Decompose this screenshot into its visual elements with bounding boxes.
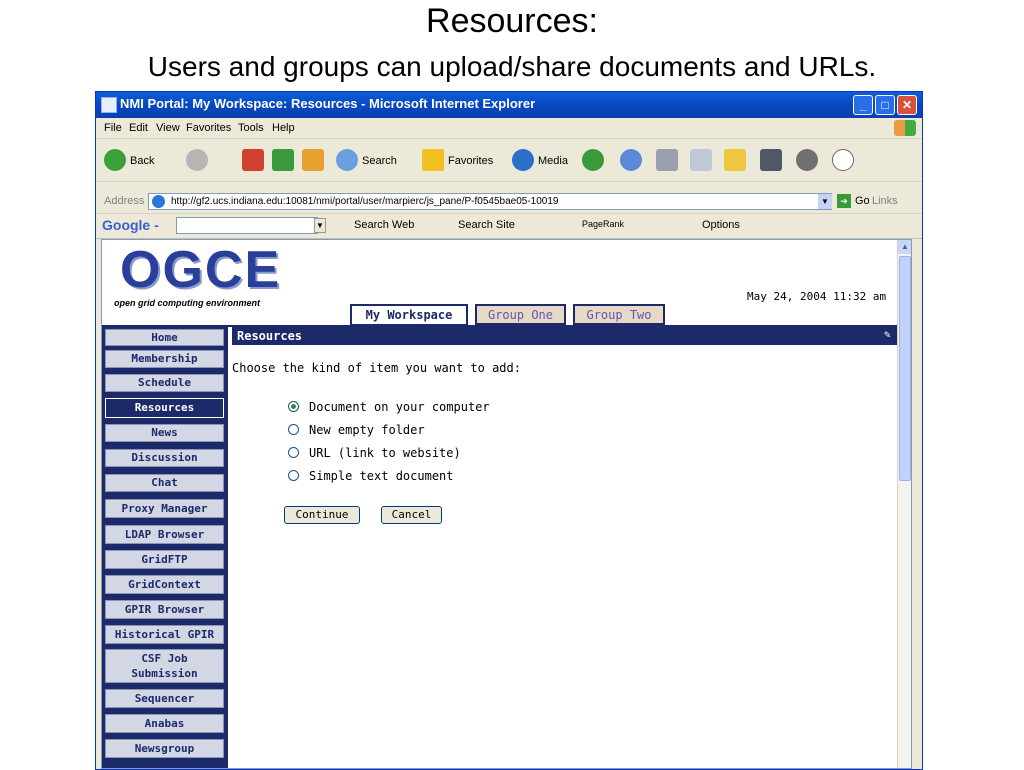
ogce-logo: OGCE	[120, 241, 282, 299]
ogce-tagline: open grid computing environment	[114, 298, 260, 308]
forward-arrow-icon[interactable]	[186, 149, 208, 171]
sidebar-item-gridftp[interactable]: GridFTP	[105, 550, 224, 569]
standard-toolbar: Back Search Favorites Media	[96, 139, 922, 182]
sidebar-item-chat[interactable]: Chat	[105, 474, 224, 492]
address-dropdown-icon[interactable]: ▼	[818, 194, 832, 209]
tab-group-one[interactable]: Group One	[475, 304, 566, 325]
sidebar-item-membership[interactable]: Membership	[105, 350, 224, 368]
maximize-button[interactable]: □	[875, 95, 895, 115]
google-logo[interactable]: Google -	[102, 217, 159, 233]
sidebar-item-sequencer[interactable]: Sequencer	[105, 689, 224, 708]
search-web-button[interactable]: Search Web	[354, 219, 414, 231]
pencil-icon[interactable]: ✎	[884, 329, 894, 341]
tab-my-workspace[interactable]: My Workspace	[350, 304, 468, 326]
section-header: Resources ✎	[232, 327, 897, 345]
sidebar-item-anabas[interactable]: Anabas	[105, 714, 224, 733]
google-search-input[interactable]	[176, 217, 318, 234]
menu-tools[interactable]: Tools	[238, 122, 264, 134]
scroll-thumb[interactable]	[899, 256, 911, 481]
pagerank-indicator: PageRank	[582, 219, 625, 229]
media-label[interactable]: Media	[538, 155, 568, 167]
stop-icon[interactable]	[242, 149, 264, 171]
address-bar: Address http://gf2.ucs.indiana.edu:10081…	[96, 191, 922, 214]
sidebar-item-gridcontext[interactable]: GridContext	[105, 575, 224, 594]
sidebar-item-home[interactable]: Home	[105, 329, 224, 346]
options-button[interactable]: Options	[702, 219, 740, 231]
sidebar-item-gpir-browser[interactable]: GPIR Browser	[105, 600, 224, 619]
google-toolbar: Google - ▼ Search Web Search Site PageRa…	[96, 214, 922, 239]
radio-label: Document on your computer	[309, 400, 490, 414]
scroll-up-icon[interactable]: ▲	[898, 240, 911, 254]
search-site-button[interactable]: Search Site	[458, 219, 515, 231]
radio-label: URL (link to website)	[309, 446, 461, 460]
tab-group-two[interactable]: Group Two	[573, 304, 665, 325]
messenger-icon[interactable]	[760, 149, 782, 171]
radio-button[interactable]	[288, 470, 299, 481]
sidebar-item-newsgroup[interactable]: Newsgroup	[105, 739, 224, 758]
back-label[interactable]: Back	[130, 155, 154, 167]
menu-edit[interactable]: Edit	[129, 122, 148, 134]
ie-page-icon	[101, 97, 117, 113]
sidebar-item-historical-gpir[interactable]: Historical GPIR	[105, 625, 224, 644]
sidebar-item-ldap-browser[interactable]: LDAP Browser	[105, 525, 224, 544]
minimize-button[interactable]: _	[853, 95, 873, 115]
home-icon[interactable]	[302, 149, 324, 171]
sidebar-nav: Home Membership Schedule Resources News …	[102, 327, 228, 768]
section-title: Resources	[237, 329, 303, 343]
address-label: Address	[104, 195, 145, 207]
radio-label: Simple text document	[309, 469, 454, 483]
slide-subtitle: Users and groups can upload/share docume…	[147, 51, 877, 82]
refresh-icon[interactable]	[272, 149, 294, 171]
radio-button[interactable]	[288, 424, 299, 435]
menu-favorites[interactable]: Favorites	[186, 122, 231, 134]
sidebar-item-schedule[interactable]: Schedule	[105, 374, 224, 392]
go-arrow-icon[interactable]: ➜	[837, 194, 851, 208]
sidebar-item-news[interactable]: News	[105, 424, 224, 442]
prompt-text: Choose the kind of item you want to add:	[232, 361, 521, 375]
user-icon[interactable]	[832, 149, 854, 171]
window-title: NMI Portal: My Workspace: Resources - Mi…	[120, 96, 536, 111]
continue-button[interactable]: Continue	[284, 506, 360, 524]
back-arrow-icon[interactable]	[104, 149, 126, 171]
sidebar-item-csf-job-submission[interactable]: CSF Job Submission	[105, 649, 224, 683]
mail-icon[interactable]	[620, 149, 642, 171]
slide-title: Resources:	[426, 2, 598, 40]
vertical-scrollbar[interactable]: ▲	[897, 240, 911, 768]
sidebar-item-discussion[interactable]: Discussion	[105, 449, 224, 467]
windows-logo-icon	[894, 120, 916, 136]
menu-bar: File Edit View Favorites Tools Help	[96, 118, 922, 139]
radio-button[interactable]	[288, 447, 299, 458]
sidebar-item-proxy-manager[interactable]: Proxy Manager	[105, 499, 224, 518]
page-content: OGCE open grid computing environment May…	[101, 239, 912, 769]
research-icon[interactable]	[796, 149, 818, 171]
menu-file[interactable]: File	[104, 122, 122, 134]
title-bar: NMI Portal: My Workspace: Resources - Mi…	[96, 92, 922, 118]
cancel-button[interactable]: Cancel	[381, 506, 442, 524]
history-icon[interactable]	[582, 149, 604, 171]
close-button[interactable]: ✕	[897, 95, 917, 115]
sidebar-item-resources[interactable]: Resources	[105, 398, 224, 418]
favorites-star-icon[interactable]	[422, 149, 444, 171]
links-button[interactable]: Links	[872, 195, 898, 207]
menu-help[interactable]: Help	[272, 122, 295, 134]
ie-page-icon	[152, 195, 165, 208]
portal-date: May 24, 2004 11:32 am	[747, 290, 887, 303]
edit-icon[interactable]	[690, 149, 712, 171]
menu-view[interactable]: View	[156, 122, 180, 134]
search-label[interactable]: Search	[362, 155, 397, 167]
radio-button[interactable]	[288, 401, 299, 412]
radio-label: New empty folder	[309, 423, 425, 437]
print-icon[interactable]	[656, 149, 678, 171]
browser-window: NMI Portal: My Workspace: Resources - Mi…	[95, 91, 923, 770]
favorites-label[interactable]: Favorites	[448, 155, 493, 167]
folder-icon[interactable]	[724, 149, 746, 171]
address-input[interactable]: http://gf2.ucs.indiana.edu:10081/nmi/por…	[148, 193, 832, 210]
google-dropdown-icon[interactable]: ▼	[314, 218, 326, 233]
media-icon[interactable]	[512, 149, 534, 171]
search-icon[interactable]	[336, 149, 358, 171]
go-button[interactable]: Go	[855, 195, 870, 207]
address-url: http://gf2.ucs.indiana.edu:10081/nmi/por…	[171, 196, 559, 207]
